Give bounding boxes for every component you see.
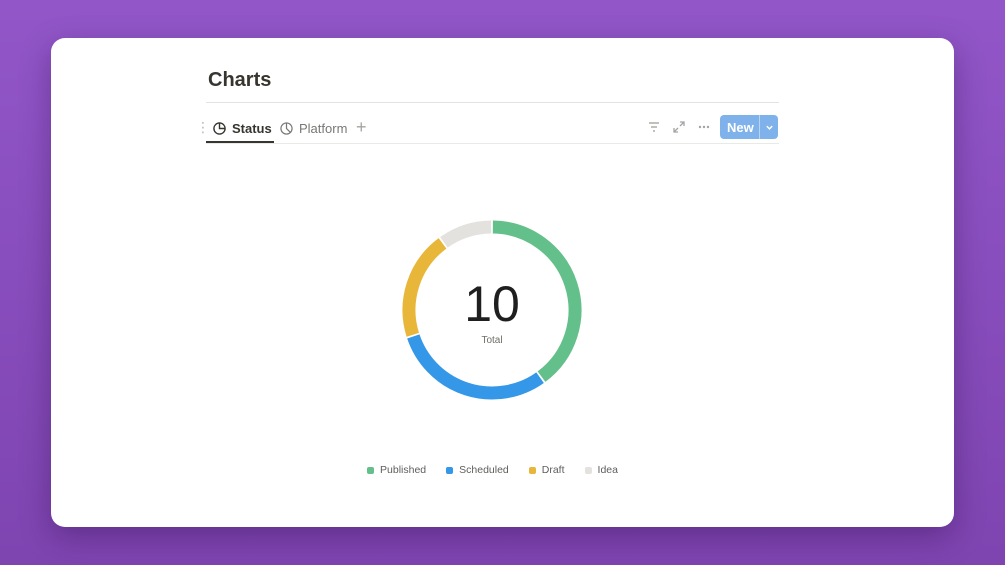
page-title: Charts	[208, 69, 272, 91]
total-label: Total	[481, 335, 503, 346]
tab-status-label: Status	[232, 120, 272, 136]
legend-item-published[interactable]: Published	[367, 464, 426, 476]
tabs-divider	[206, 143, 779, 144]
legend-swatch	[446, 466, 454, 474]
new-button-label: New	[727, 119, 754, 135]
expand-icon[interactable]	[672, 120, 688, 136]
legend-item-scheduled[interactable]: Scheduled	[446, 464, 509, 476]
legend-item-idea[interactable]: Idea	[584, 464, 618, 476]
chart-pie-icon	[280, 121, 293, 135]
legend-swatch	[367, 466, 375, 474]
legend-swatch	[528, 466, 536, 474]
tab-platform-label: Platform	[299, 120, 348, 136]
chevron-down-icon[interactable]	[759, 115, 778, 139]
new-button[interactable]: New	[720, 115, 778, 139]
legend-label: Scheduled	[459, 464, 509, 476]
legend-label: Idea	[597, 464, 618, 476]
legend-label: Draft	[541, 464, 565, 476]
title-divider	[206, 102, 779, 103]
more-icon[interactable]	[697, 120, 713, 136]
add-tab-plus-icon[interactable]: +	[356, 117, 367, 137]
filter-icon[interactable]	[647, 120, 663, 136]
total-value: 10	[464, 276, 520, 332]
tab-platform[interactable]: Platform	[280, 118, 347, 138]
chart-legend: Published Scheduled Draft Idea	[51, 464, 934, 476]
tab-status[interactable]: Status	[213, 118, 272, 138]
drag-handle-icon[interactable]: ⋮	[196, 119, 210, 135]
charts-card: Charts ⋮ Status Platform + New 10 Total …	[51, 38, 954, 527]
legend-label: Published	[380, 464, 427, 476]
legend-item-draft[interactable]: Draft	[528, 464, 565, 476]
legend-swatch	[584, 466, 592, 474]
donut-segment-idea[interactable]	[440, 220, 492, 248]
chart-pie-icon	[213, 121, 226, 135]
